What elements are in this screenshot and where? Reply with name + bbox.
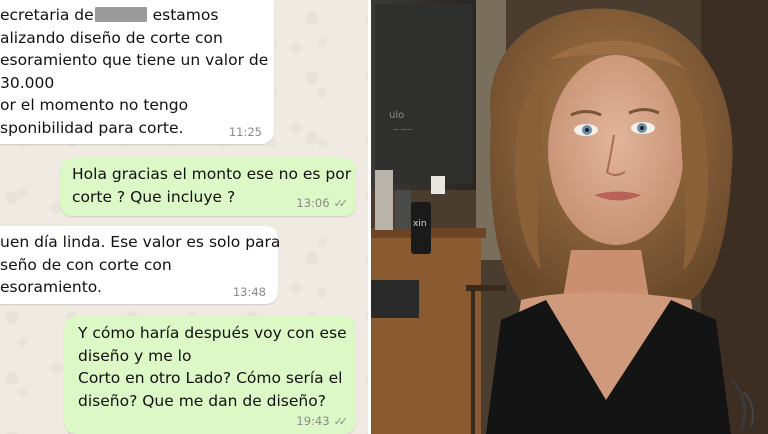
message-incoming-1[interactable]: ecretaria de estamos alizando diseño de … <box>0 0 274 144</box>
cup-label: xin <box>413 219 427 229</box>
message-time: 11:25 <box>228 125 262 139</box>
message-time: 13:06 <box>296 196 330 210</box>
message-line: alizando diseño de corte con <box>0 28 223 47</box>
message-line: 30.000 <box>0 73 55 92</box>
message-line: esoramiento que tiene un valor de <box>0 51 269 69</box>
svg-text:ulo: ulo <box>389 110 404 121</box>
redacted-name <box>94 7 147 22</box>
message-time: 19:43 <box>296 414 330 428</box>
portrait-photo: ulo ~~~ xin <box>371 0 768 434</box>
message-line: or el momento no tengo <box>0 96 189 114</box>
message-text: uen día linda. Ese valor es solo para se… <box>0 233 281 296</box>
message-line: ecretaria de estamos <box>0 6 219 24</box>
chat-panel: ecretaria de estamos alizando diseño de … <box>0 0 368 434</box>
message-meta: 13:06 ✓✓ <box>296 196 349 211</box>
double-check-icon: ✓✓ <box>333 197 349 210</box>
double-check-icon: ✓✓ <box>333 415 349 428</box>
message-outgoing-1[interactable]: Hola gracias el monto ese no es por cort… <box>60 158 356 216</box>
message-outgoing-2[interactable]: Y cómo haría después voy con ese diseño … <box>64 316 356 434</box>
message-line: sponibilidad para corte. <box>0 118 184 137</box>
message-text: Y cómo haría después voy con ese diseño … <box>78 324 347 410</box>
message-meta: 19:43 ✓✓ <box>296 414 349 429</box>
message-incoming-2[interactable]: uen día linda. Ese valor es solo para se… <box>0 226 281 304</box>
portrait-illustration: ulo ~~~ xin <box>371 0 768 434</box>
svg-text:~~~: ~~~ <box>393 125 413 134</box>
message-time: 13:48 <box>232 285 266 299</box>
